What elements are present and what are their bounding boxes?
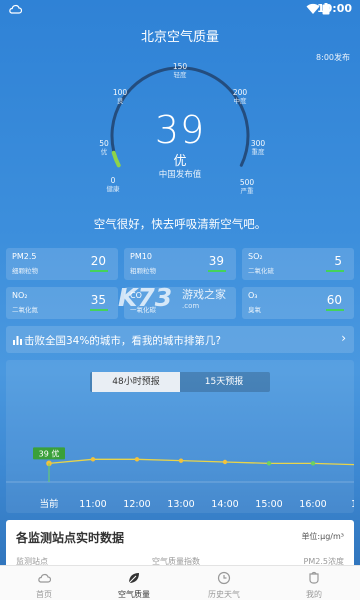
page-title: 北京空气质量 (140, 30, 219, 45)
pollutant-name: SO₂ (248, 252, 263, 261)
forecast-point (310, 461, 316, 466)
pollutant-level-bar (90, 270, 108, 272)
monitor-section: 各监测站点实时数据 单位:μg/m³ 监测站点 空气质量指数 PM2.5浓度 (6, 520, 354, 566)
forecast-panel: 48小时预报 15天预报 39 优当前 11:00 12:00 13:00 14:00 1… (6, 360, 354, 513)
leaf-icon (128, 573, 139, 584)
pollutant-name: PM2.5 (12, 252, 37, 261)
nav-label: 历史天气 (208, 590, 240, 599)
forecast-point (222, 459, 228, 465)
pollutant-cn: 二氧化硫 (248, 267, 274, 275)
x-tick-label: 当前 (39, 498, 58, 510)
x-tick-label: 14:00 (211, 499, 238, 510)
nav-label: 首页 (36, 590, 52, 599)
home-cloud-icon (38, 573, 51, 583)
gauge-tick-150: 150 轻度 (172, 62, 188, 79)
pollutant-level-bar (208, 270, 226, 272)
nav-air-quality[interactable]: 空气质量 (98, 566, 170, 600)
city-rank-text: 击败全国34%的城市，看我的城市排第几? (24, 335, 221, 347)
pollutant-name: PM10 (130, 252, 152, 261)
x-tick-label: 13:00 (167, 499, 194, 510)
monitor-unit: 单位:μg/m³ (301, 532, 344, 541)
gauge-tick-100: 100 良 (112, 88, 128, 105)
status-bar: 10:00 (0, 0, 360, 20)
pollutant-value: 5 (334, 254, 342, 268)
gauge-tick-500: 500 严重 (239, 178, 255, 195)
clock-icon (217, 571, 231, 585)
aqi-source: 中国发布值 (158, 170, 202, 180)
pollutant-value: 60 (326, 293, 342, 307)
pollutant-level-bar (326, 270, 344, 272)
x-tick-label: 16:00 (299, 499, 326, 510)
bottom-nav: 首页 空气质量 历史天气 我的 (0, 565, 360, 600)
app-screen: 10:00 北京空气质量 8:00发布 0 健康 50 优 100 良 150 轻度 2… (0, 0, 360, 600)
air-slogan: 空气很好，快去呼吸清新空气吧。 (93, 217, 267, 231)
pollutant-cn: 细颗粒物 (12, 267, 38, 275)
pollutant-value: 39 (208, 254, 224, 268)
pollutant-card-o3[interactable]: O₃ 臭氧 60 (242, 287, 354, 319)
pollutant-level-bar (90, 309, 108, 311)
nav-label: 空气质量 (118, 590, 150, 599)
pollutant-value: 35 (90, 293, 106, 307)
x-tick-label: 12:00 (123, 499, 150, 510)
pollutant-cn: 粗颗粒物 (130, 267, 156, 275)
pollutant-level-bar (326, 309, 344, 311)
nav-mine[interactable]: 我的 (278, 566, 350, 600)
nav-home[interactable]: 首页 (8, 566, 80, 600)
nav-label: 我的 (306, 590, 322, 599)
clock-time: 10:00 (316, 2, 352, 15)
pollutant-cn: 二氧化氮 (12, 306, 38, 314)
pollutant-cn: 臭氧 (248, 306, 261, 314)
pollutant-name: NO₂ (12, 291, 28, 300)
pollutant-card-so2[interactable]: SO₂ 二氧化硫 5 (242, 248, 354, 280)
aqi-value: 39 (154, 108, 206, 152)
pollutant-card-pm10[interactable]: PM10 粗颗粒物 39 (124, 248, 236, 280)
watermark-url: .com (182, 302, 200, 310)
weather-cloud-icon (9, 4, 22, 14)
forecast-point (178, 458, 184, 463)
watermark-logo: K73 游戏之家 .com (118, 283, 248, 319)
nav-history-weather[interactable]: 历史天气 (188, 566, 260, 600)
forecast-point (90, 457, 96, 462)
monitor-title: 各监测站点实时数据 (16, 531, 125, 545)
city-rank-banner[interactable]: 击败全国34%的城市，看我的城市排第几? › (6, 326, 354, 353)
publish-time: 8:00发布 (316, 53, 350, 62)
gauge-tick-200: 200 中度 (232, 88, 248, 105)
pollutant-card-pm25[interactable]: PM2.5 细颗粒物 20 (6, 248, 118, 280)
x-tick-label: 11:00 (79, 499, 106, 510)
cup-icon (309, 571, 319, 584)
x-tick-label: 15:00 (255, 499, 282, 510)
pollutant-card-no2[interactable]: NO₂ 二氧化氮 35 (6, 287, 118, 319)
current-aqi-badge-text: 39 优 (39, 448, 60, 458)
bar-chart-icon (13, 336, 22, 345)
pollutant-value: 20 (90, 254, 106, 268)
watermark-mark: K73 (118, 283, 173, 312)
aqi-grade: 优 (173, 154, 187, 169)
pollutant-name: O₃ (248, 291, 258, 300)
forecast-point (134, 457, 140, 462)
watermark-name: 游戏之家 (182, 288, 226, 301)
forecast-point (266, 461, 272, 466)
x-tick-label: 17 (351, 499, 354, 510)
forecast-chart: 39 优当前 11:00 12:00 13:00 14:00 15:00 16:00 17 (6, 447, 354, 510)
chevron-right-icon: › (341, 331, 346, 345)
